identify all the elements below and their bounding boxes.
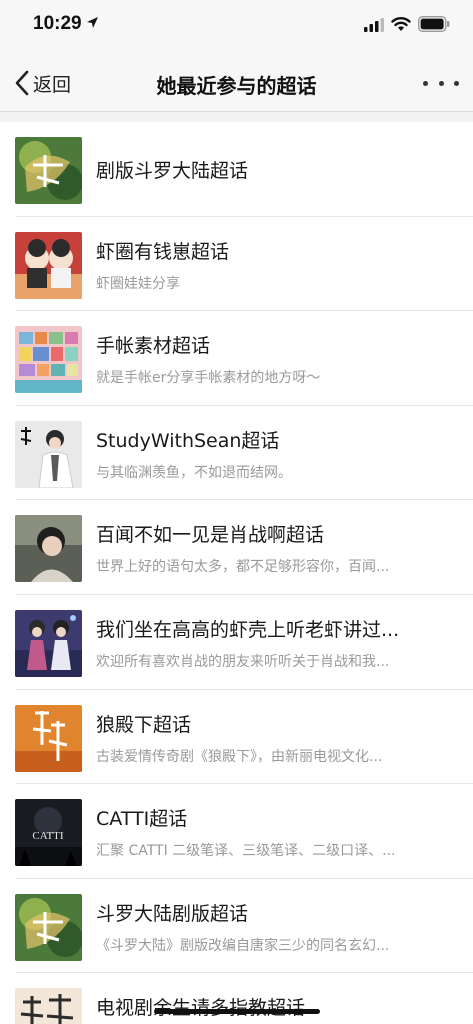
item-title: 电视剧余生请多指教超话 [96,993,447,1020]
item-desc: 汇聚 CATTI 二级笔译、三级笔译、二级口译、... [96,843,396,860]
topic-thumbnail [15,988,82,1024]
topic-thumbnail [15,231,82,299]
item-title: 虾圈有钱崽超话 [96,240,230,263]
list-item[interactable]: 斗罗大陆剧版超话 《斗罗大陆》剧版改编自唐家三少的同名玄幻... [0,879,473,974]
list-item[interactable]: StudyWithSean超话 与其临渊羡鱼，不如退而结网。 [0,406,473,501]
item-title: StudyWithSean超话 [96,429,280,452]
list-item[interactable]: 百闻不如一见是肖战啊超话 世界上好的语句太多，都不足够形容你，百闻... [0,500,473,595]
topic-thumbnail [15,420,82,488]
topic-thumbnail [15,515,82,583]
list-item[interactable]: CATTI CATTI超话 汇聚 CATTI 二级笔译、三级笔译、二级口译、..… [0,784,473,879]
topic-list: 剧版斗罗大陆超话 虾圈有钱崽超话 虾圈娃娃分享 手帐素材超话 就是手帐er分享手… [0,122,473,1024]
item-desc: 《斗罗大陆》剧版改编自唐家三少的同名玄幻... [96,937,390,954]
wifi-icon [391,17,411,31]
item-desc: 就是手帐er分享手帐素材的地方呀～ [96,370,321,387]
topic-thumbnail [15,609,82,677]
status-bar: 10:29 [0,0,473,52]
item-title: CATTI超话 [96,808,188,831]
list-item[interactable]: 剧版斗罗大陆超话 [0,122,473,217]
topic-thumbnail [15,137,82,204]
list-item[interactable]: 手帐素材超话 就是手帐er分享手帐素材的地方呀～ [0,311,473,406]
list-item[interactable]: 虾圈有钱崽超话 虾圈娃娃分享 [0,217,473,312]
item-title: 斗罗大陆剧版超话 [96,902,249,925]
topic-thumbnail [15,893,82,961]
status-time: 10:29 [33,13,82,34]
item-desc: 世界上好的语句太多，都不足够形容你，百闻... [96,559,390,576]
topic-thumbnail [15,326,82,394]
list-item[interactable]: 我们坐在高高的虾壳上听老虾讲过... 欢迎所有喜欢肖战的朋友来听听关于肖战和我.… [0,595,473,690]
more-dots-icon[interactable] [423,70,459,96]
topic-thumbnail [15,704,82,772]
list-item[interactable]: 电视剧余生请多指教超话 [0,973,473,1024]
topic-thumbnail: CATTI [15,799,82,867]
battery-icon [418,16,450,32]
thumbnail-catti-text: CATTI [32,830,64,842]
item-desc: 虾圈娃娃分享 [96,275,180,292]
item-desc: 欢迎所有喜欢肖战的朋友来听听关于肖战和我... [96,653,390,670]
item-desc: 古装爱情传奇剧《狼殿下》，由新丽电视文化... [96,748,383,765]
item-title: 狼殿下超话 [96,713,192,736]
item-title: 百闻不如一见是肖战啊超话 [96,524,325,547]
item-title: 我们坐在高高的虾壳上听老虾讲过... [96,618,400,641]
cellular-signal-icon [364,18,384,32]
item-title: 剧版斗罗大陆超话 [96,160,249,182]
list-item[interactable]: 狼殿下超话 古装爱情传奇剧《狼殿下》，由新丽电视文化... [0,690,473,785]
location-arrow-icon [87,17,98,28]
item-title: 手帐素材超话 [96,335,211,358]
page-title: 她最近参与的超话 [156,74,317,98]
home-indicator [154,1009,320,1014]
item-desc: 与其临渊羡鱼，不如退而结网。 [96,464,292,481]
nav-bar: 返回 她最近参与的超话 [0,52,473,112]
